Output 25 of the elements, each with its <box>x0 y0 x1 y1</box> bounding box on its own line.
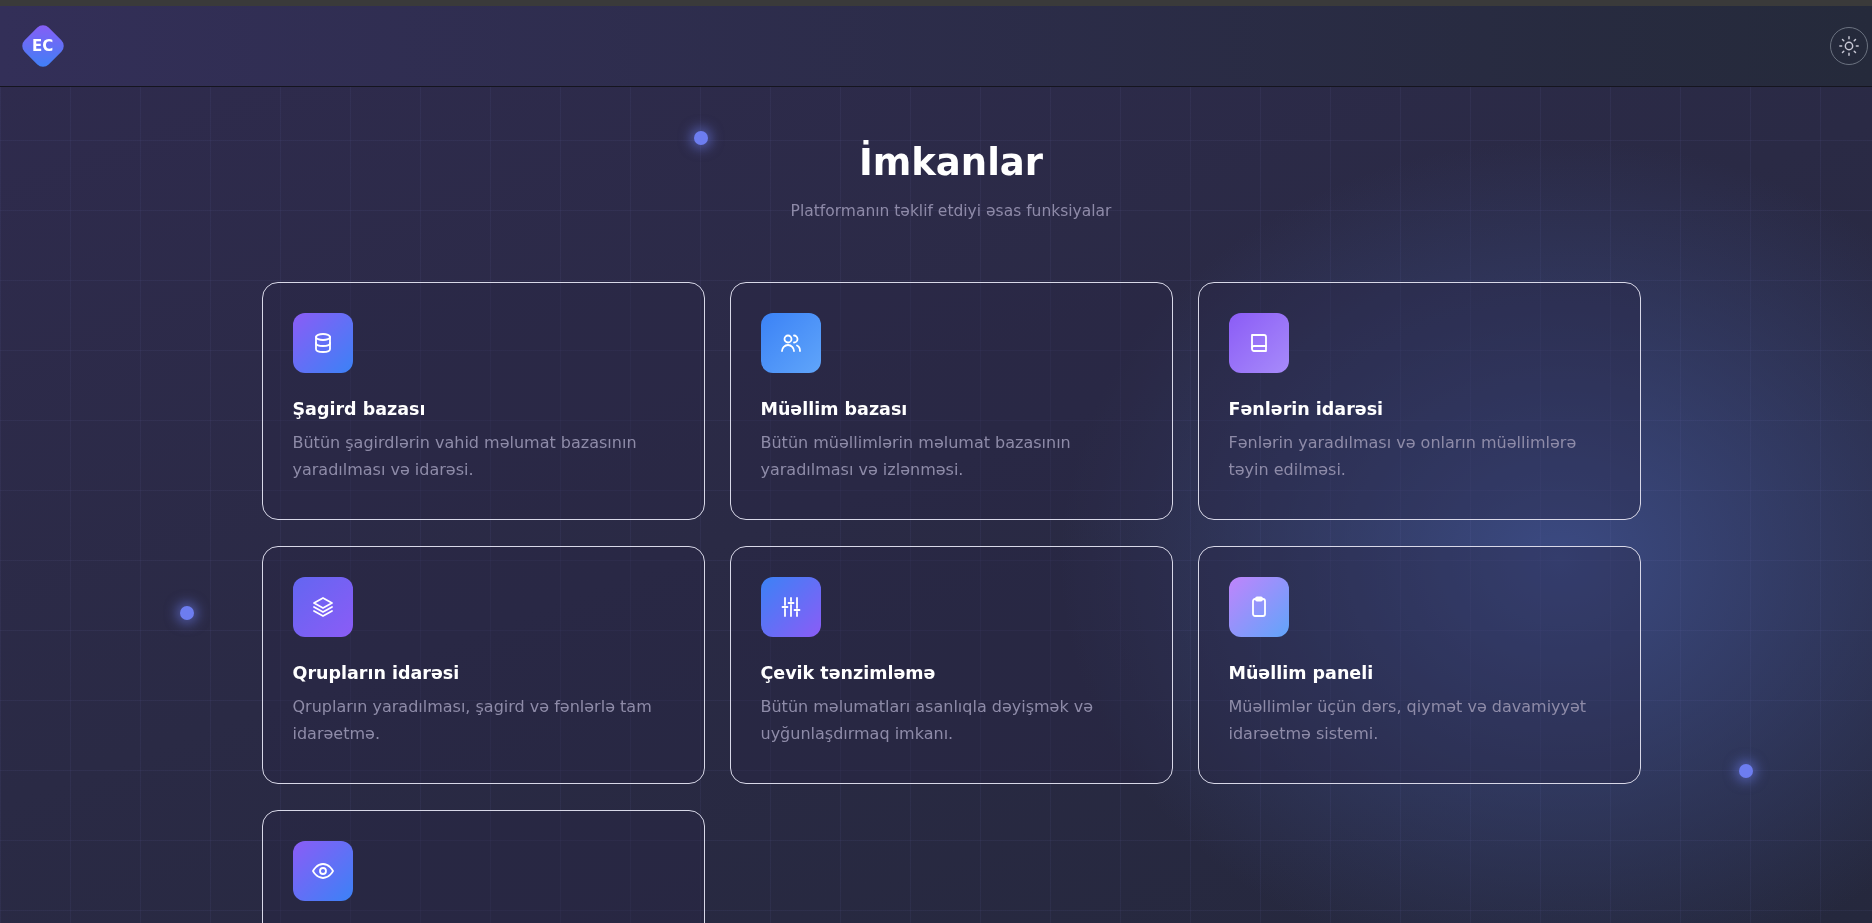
sliders-icon <box>760 577 821 637</box>
layers-icon <box>292 577 353 637</box>
feature-title: Qrupların idarəsi <box>292 663 461 683</box>
database-icon <box>292 313 353 373</box>
feature-description: Fənlərin yaradılması və onların müəllimlərə təyin edilməsi. <box>1228 432 1578 481</box>
feature-description: Bütün müəllimlərin məlumat bazasının yaradılması və izlənməsi. <box>760 432 1072 481</box>
feature-title: Şagird bazası <box>292 399 427 419</box>
section-subtitle: Platformanın təklif etdiyi əsas funksiyalar <box>790 202 1112 220</box>
sun-icon <box>1838 35 1860 57</box>
section-title: İmkanlar <box>858 141 1044 184</box>
feature-description: Müəllimlər üçün dərs, qiymət və davamiyyət idarəetmə sistemi. <box>1228 696 1588 745</box>
feature-title: Çevik tənzimləmə <box>760 663 937 683</box>
feature-title: Müəllim paneli <box>1228 663 1375 683</box>
feature-description: Qrupların yaradılması, şagird və fənlərlə tam idarəetmə. <box>292 696 653 745</box>
users-icon <box>760 313 821 373</box>
glow-dot <box>1739 764 1753 778</box>
feature-title: Fənlərin idarəsi <box>1228 399 1385 419</box>
glow-dot <box>180 606 194 620</box>
glow-dot <box>694 131 708 145</box>
feature-description: Bütün məlumatları asanlıqla dəyişmək və uyğunlaşdırmaq imkanı. <box>760 696 1095 745</box>
book-icon <box>1228 313 1289 373</box>
clipboard-icon <box>1228 577 1289 637</box>
eye-icon <box>292 841 353 901</box>
feature-title: Müəllim bazası <box>760 399 909 419</box>
feature-description: Bütün şagirdlərin vahid məlumat bazasının yaradılması və idarəsi. <box>292 432 638 481</box>
